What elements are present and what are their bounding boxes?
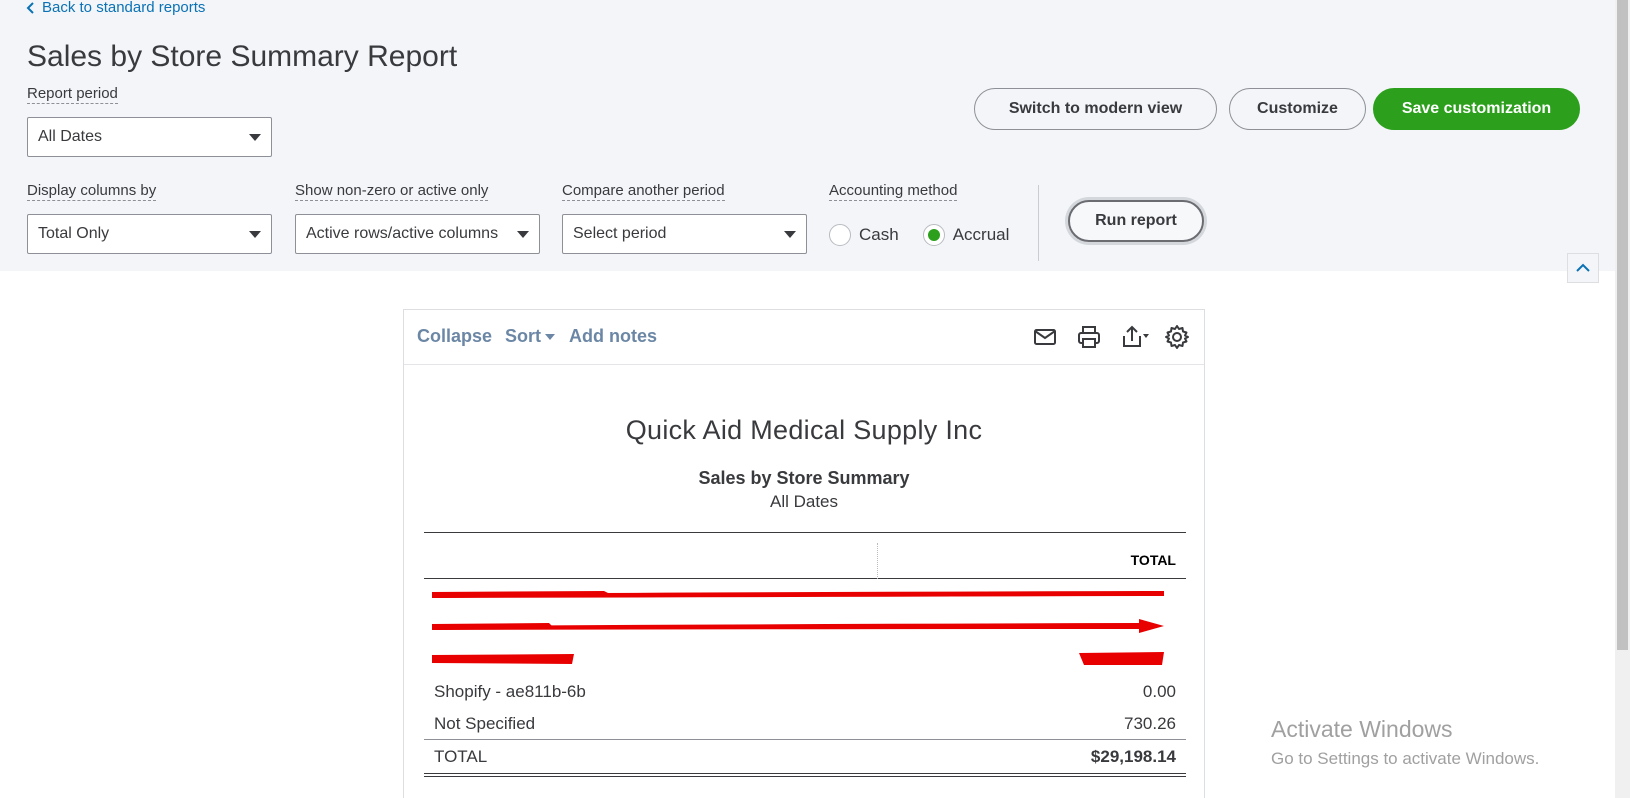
table-row-redacted[interactable] bbox=[424, 611, 1186, 643]
table-row[interactable]: Not Specified 730.26 bbox=[424, 707, 1186, 739]
display-columns-select[interactable]: Total Only bbox=[27, 214, 272, 254]
report-card: Collapse Sort Add notes Quick Aid Medica… bbox=[403, 309, 1205, 798]
accounting-method-label: Accounting method bbox=[829, 182, 958, 201]
collapse-panel-button[interactable] bbox=[1567, 253, 1599, 283]
sort-label: Sort bbox=[505, 326, 541, 346]
back-link-label: Back to standard reports bbox=[42, 0, 206, 16]
watermark-title: Activate Windows bbox=[1271, 716, 1453, 742]
sort-dropdown[interactable]: Sort bbox=[505, 326, 555, 347]
add-notes-link[interactable]: Add notes bbox=[569, 326, 657, 347]
column-divider bbox=[877, 543, 878, 579]
chevron-up-icon bbox=[1576, 263, 1590, 272]
table-row-redacted[interactable] bbox=[424, 643, 1186, 675]
caret-down-icon bbox=[545, 333, 555, 340]
report-period-label: Report period bbox=[27, 85, 118, 104]
scrollbar-thumb[interactable] bbox=[1617, 0, 1628, 650]
run-report-button[interactable]: Run report bbox=[1068, 200, 1204, 242]
accrual-radio[interactable] bbox=[922, 224, 945, 246]
collapse-link[interactable]: Collapse bbox=[417, 326, 492, 347]
total-double-underline bbox=[424, 773, 1186, 777]
caret-down-icon bbox=[249, 133, 261, 141]
back-to-reports-link[interactable]: Back to standard reports bbox=[26, 0, 205, 16]
report-name: Sales by Store Summary bbox=[698, 468, 910, 488]
report-period: All Dates bbox=[769, 492, 839, 511]
row-name: Shopify - ae811b-6b bbox=[434, 682, 586, 701]
table-header: TOTAL bbox=[424, 532, 1186, 579]
total-label: TOTAL bbox=[434, 747, 488, 766]
page-title: Sales by Store Summary Report bbox=[27, 40, 458, 73]
watermark-subtitle: Go to Settings to activate Windows. bbox=[1271, 749, 1540, 768]
accounting-method-radios: Cash Accrual bbox=[829, 224, 1009, 246]
report-toolbar: Collapse Sort Add notes bbox=[404, 310, 1204, 365]
vertical-scrollbar[interactable] bbox=[1615, 0, 1630, 798]
compare-period-value: Select period bbox=[573, 225, 667, 242]
show-nonzero-select[interactable]: Active rows/active columns bbox=[295, 214, 540, 254]
display-columns-label: Display columns by bbox=[27, 182, 157, 201]
filter-divider bbox=[1038, 185, 1039, 261]
caret-down-icon bbox=[784, 230, 796, 238]
total-amount[interactable]: $29,198.14 bbox=[1091, 747, 1176, 767]
redaction-mark bbox=[432, 652, 1164, 665]
show-nonzero-value: Active rows/active columns bbox=[306, 225, 499, 242]
report-table: TOTAL Shopify - ae811b-6b 0.00 Not Speci… bbox=[424, 532, 1186, 777]
gear-icon[interactable] bbox=[1164, 324, 1190, 350]
switch-to-modern-view-button[interactable]: Switch to modern view bbox=[974, 88, 1217, 130]
cash-radio[interactable] bbox=[829, 224, 851, 246]
display-columns-value: Total Only bbox=[38, 225, 110, 242]
cash-radio-label: Cash bbox=[859, 225, 899, 244]
compare-period-label: Compare another period bbox=[562, 182, 725, 201]
save-customization-button[interactable]: Save customization bbox=[1373, 88, 1580, 130]
total-column-header: TOTAL bbox=[1130, 552, 1176, 568]
caret-down-icon bbox=[249, 230, 261, 238]
accrual-radio-label: Accrual bbox=[952, 225, 1010, 244]
company-name: Quick Aid Medical Supply Inc bbox=[625, 415, 983, 445]
chevron-left-icon bbox=[26, 1, 34, 14]
report-period-select[interactable]: All Dates bbox=[27, 117, 272, 157]
report-period-value: All Dates bbox=[38, 128, 103, 145]
radio-selected-dot bbox=[927, 229, 940, 241]
total-row: TOTAL $29,198.14 bbox=[424, 739, 1186, 773]
customize-button[interactable]: Customize bbox=[1229, 88, 1366, 130]
row-amount[interactable]: 0.00 bbox=[1143, 682, 1176, 702]
email-icon[interactable] bbox=[1032, 324, 1058, 350]
redaction-mark bbox=[432, 619, 1164, 633]
windows-activation-watermark: Activate Windows Go to Settings to activ… bbox=[1271, 716, 1539, 769]
row-amount[interactable]: 730.26 bbox=[1124, 714, 1176, 734]
row-name: Not Specified bbox=[434, 714, 536, 733]
compare-period-select[interactable]: Select period bbox=[562, 214, 807, 254]
table-row-redacted[interactable] bbox=[424, 579, 1186, 611]
export-icon[interactable] bbox=[1120, 324, 1152, 350]
table-row[interactable]: Shopify - ae811b-6b 0.00 bbox=[424, 675, 1186, 707]
print-icon[interactable] bbox=[1076, 324, 1102, 350]
redaction-mark bbox=[432, 591, 1164, 598]
caret-down-icon bbox=[517, 230, 529, 238]
show-nonzero-label: Show non-zero or active only bbox=[295, 182, 489, 201]
